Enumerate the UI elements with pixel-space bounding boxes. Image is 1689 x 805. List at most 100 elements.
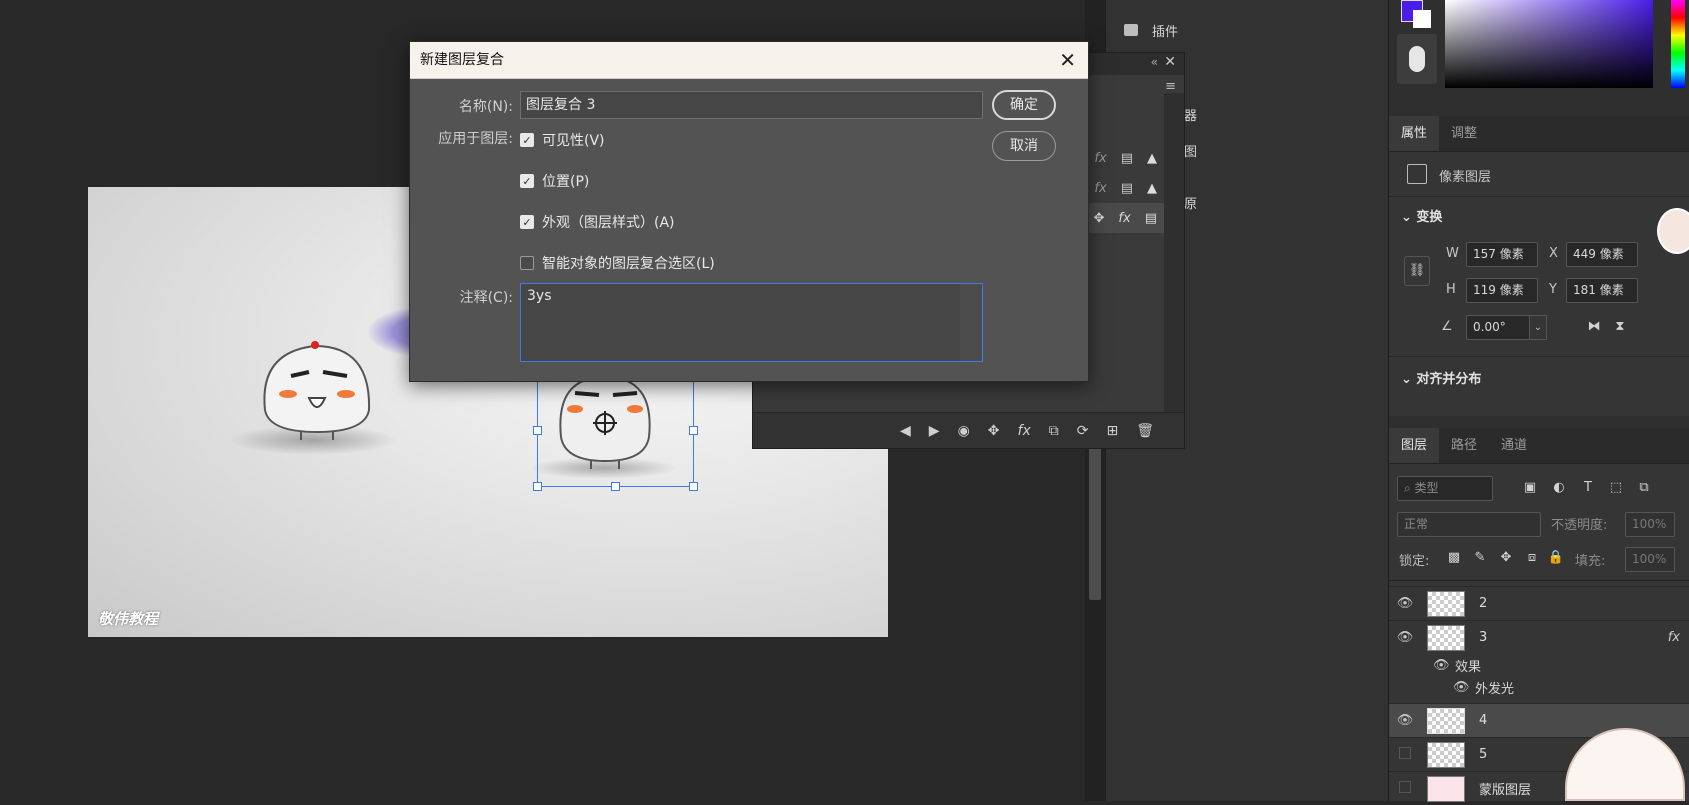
shape-filter-icon[interactable]: ⬚ (1607, 479, 1625, 497)
close-icon[interactable]: ✕ (1164, 54, 1176, 70)
collapse-icon[interactable]: « (1151, 55, 1158, 69)
tab-paths[interactable]: 路径 (1439, 428, 1489, 463)
name-input[interactable]: 图层复合 3 (520, 91, 983, 119)
eye-icon[interactable]: 👁 (1389, 630, 1421, 645)
eye-hidden-icon[interactable] (1389, 746, 1421, 763)
comment-textarea[interactable]: 3ys (520, 283, 983, 362)
panel-menu-icon[interactable]: ≡ (1165, 79, 1176, 94)
angle-dropdown[interactable]: ⌄ (1529, 315, 1547, 340)
color-field[interactable] (1445, 0, 1653, 88)
warning-icon[interactable]: ▲ (1147, 151, 1157, 166)
layers-panel: 图层 路径 通道 ⌕ 类型 ▣ ◐ T ⬚ ⧉ 正常 不透明度: 100% 锁定… (1389, 428, 1689, 802)
lock-all-icon[interactable]: 🔒 (1547, 549, 1565, 567)
layer-row[interactable]: 👁 2 (1389, 586, 1689, 620)
layer-name: 4 (1479, 713, 1488, 728)
y-field[interactable]: 181 像素 (1566, 278, 1638, 303)
lock-brush-icon[interactable]: ✎ (1471, 549, 1489, 567)
eye-hidden-icon[interactable] (1389, 780, 1421, 797)
transform-bounding-box[interactable] (537, 368, 694, 487)
visibility-comp-icon[interactable]: ◉ (958, 423, 970, 439)
lock-label: 锁定: (1399, 554, 1430, 569)
position-comp-icon[interactable]: ✥ (988, 423, 1000, 439)
adjustment-filter-icon[interactable]: ◐ (1550, 479, 1568, 497)
outer-glow-row[interactable]: 👁 外发光 (1453, 678, 1514, 697)
checkbox-checked-icon[interactable]: ✓ (520, 174, 534, 188)
effects-row[interactable]: 👁 效果 (1433, 656, 1481, 675)
tab-properties[interactable]: 属性 (1389, 116, 1440, 151)
smart-object-comp-icon[interactable]: ⧉ (1049, 423, 1059, 439)
x-field[interactable]: 449 像素 (1566, 242, 1638, 267)
tab-channels[interactable]: 通道 (1489, 428, 1539, 463)
warning-icon[interactable]: ▲ (1147, 181, 1157, 196)
textarea-scrollbar[interactable] (960, 284, 982, 361)
new-comp-icon[interactable]: ⊞ (1106, 423, 1118, 439)
doc-icon[interactable]: ▤ (1121, 151, 1133, 166)
layer-row[interactable]: 👁 3 fx (1389, 620, 1689, 654)
fx-indicator[interactable]: fx (1668, 630, 1680, 645)
eye-icon[interactable]: 👁 (1389, 596, 1421, 611)
checkbox-unchecked-icon[interactable] (520, 256, 534, 270)
fx-icon[interactable]: fx (1094, 151, 1106, 166)
fx-icon[interactable]: fx (1094, 181, 1106, 196)
height-field[interactable]: 119 像素 (1466, 278, 1538, 303)
layer-name: 5 (1479, 747, 1488, 762)
previous-icon[interactable]: ◀ (900, 423, 911, 439)
hue-slider[interactable] (1671, 0, 1685, 88)
lock-transparency-icon[interactable]: ▩ (1445, 549, 1463, 567)
tab-layers[interactable]: 图层 (1389, 428, 1440, 463)
transform-handle[interactable] (533, 482, 542, 491)
layer-filter-select[interactable]: ⌕ 类型 (1397, 476, 1493, 501)
trash-icon[interactable]: 🗑 (1136, 423, 1154, 439)
checkbox-checked-icon[interactable]: ✓ (520, 133, 534, 147)
panel-item-label: 原 (1184, 196, 1198, 212)
close-icon[interactable]: ✕ (1059, 48, 1076, 72)
position-option[interactable]: ✓ 位置(P) (520, 171, 589, 191)
transform-handle[interactable] (689, 482, 698, 491)
link-icon[interactable]: ⛓ (1404, 256, 1430, 286)
blend-mode-select[interactable]: 正常 (1397, 512, 1541, 537)
eye-icon[interactable]: 👁 (1453, 680, 1475, 695)
image-filter-icon[interactable]: ▣ (1521, 479, 1539, 497)
flip-horizontal-icon[interactable]: ⧓ (1585, 318, 1603, 336)
fx-icon[interactable]: fx (1118, 211, 1130, 226)
type-filter-icon[interactable]: T (1579, 479, 1597, 497)
background-color-swatch[interactable] (1413, 10, 1431, 28)
opacity-field[interactable]: 100% (1625, 512, 1675, 537)
appearance-comp-icon[interactable]: fx (1018, 423, 1031, 439)
appearance-option[interactable]: ✓ 外观（图层样式）(A) (520, 212, 675, 232)
lock-artboard-icon[interactable]: ⧈ (1523, 549, 1541, 567)
transform-handle[interactable] (611, 482, 620, 491)
update-icon[interactable]: ⟳ (1077, 423, 1089, 439)
angle-field[interactable]: 0.00° (1466, 315, 1530, 340)
lock-move-icon[interactable]: ✥ (1497, 549, 1515, 567)
eye-icon[interactable]: 👁 (1389, 713, 1421, 728)
smart-object-filter-icon[interactable]: ⧉ (1635, 479, 1653, 497)
doc-icon[interactable]: ▤ (1145, 211, 1157, 226)
tab-adjustments[interactable]: 调整 (1439, 116, 1489, 151)
checkbox-checked-icon[interactable]: ✓ (520, 215, 534, 229)
smart-object-selection-option[interactable]: 智能对象的图层复合选区(L) (520, 253, 715, 273)
scrollbar-thumb[interactable] (1089, 440, 1101, 600)
doc-icon[interactable]: ▤ (1121, 181, 1133, 196)
layer-thumbnail (1427, 775, 1465, 802)
transform-header[interactable]: ⌄ 变换 (1401, 206, 1442, 225)
panel-footer: ◀ ▶ ◉ ✥ fx ⧉ ⟳ ⊞ 🗑 (753, 412, 1184, 448)
align-distribute-header[interactable]: ⌄ 对齐并分布 (1401, 368, 1481, 387)
panel-item-plugins[interactable]: 插件 (1106, 12, 1389, 48)
width-field[interactable]: 157 像素 (1466, 242, 1538, 267)
w-label: W (1446, 246, 1459, 261)
panel-scrollbar[interactable] (1164, 93, 1184, 413)
ok-button[interactable]: 确定 (992, 90, 1056, 120)
layer-thumbnail (1427, 707, 1465, 734)
cancel-button[interactable]: 取消 (992, 131, 1056, 161)
next-icon[interactable]: ▶ (929, 423, 940, 439)
fill-field[interactable]: 100% (1625, 547, 1675, 572)
eye-icon[interactable]: 👁 (1433, 658, 1455, 673)
transform-handle[interactable] (689, 426, 698, 435)
transform-handle[interactable] (533, 426, 542, 435)
move-icon[interactable]: ✥ (1094, 211, 1105, 226)
x-label: X (1549, 246, 1558, 261)
usb-drive-icon (1397, 34, 1437, 84)
flip-vertical-icon[interactable]: ⧗ (1611, 318, 1629, 336)
visibility-option[interactable]: ✓ 可见性(V) (520, 130, 605, 150)
